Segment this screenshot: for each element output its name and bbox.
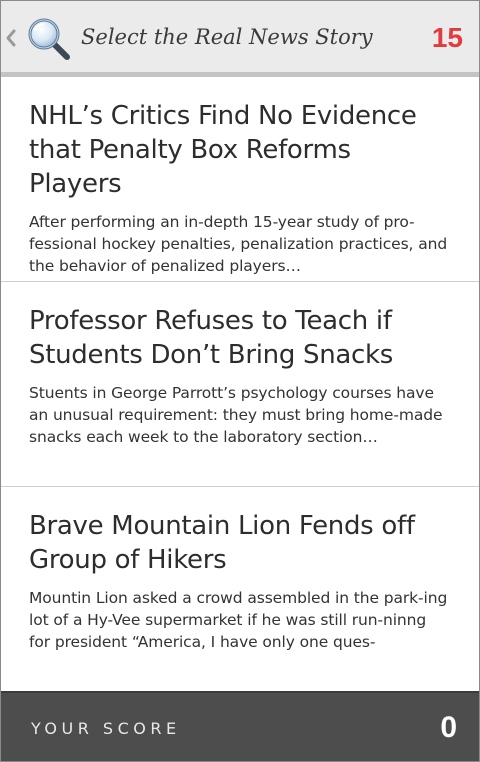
- magnifier-icon[interactable]: [26, 16, 72, 62]
- score-label: YOUR SCORE: [31, 719, 181, 738]
- chevron-left-icon[interactable]: [4, 25, 18, 51]
- score-value: 0: [440, 711, 457, 744]
- score-bar: YOUR SCORE 0: [1, 691, 479, 761]
- story-title: NHL’s Critics Find No Evidence that Pena…: [29, 101, 417, 199]
- app-window: Select the Real News Story 15 NHL’s Crit…: [0, 0, 480, 762]
- remaining-count: 15: [431, 22, 463, 53]
- story-item[interactable]: NHL’s Critics Find No Evidence that Pena…: [1, 77, 479, 282]
- page-title: Select the Real News Story: [81, 25, 373, 49]
- header-bar: Select the Real News Story 15: [1, 1, 479, 77]
- story-summary: Stuents in George Parrott’s psychology c…: [29, 384, 443, 446]
- story-item[interactable]: Brave Mountain Lion Fends off Group of H…: [1, 487, 479, 692]
- story-title: Professor Refuses to Teach if Students D…: [29, 306, 393, 370]
- story-title: Brave Mountain Lion Fends off Group of H…: [29, 511, 415, 575]
- story-summary: After performing an in-depth 15-year stu…: [29, 213, 448, 275]
- story-item[interactable]: Professor Refuses to Teach if Students D…: [1, 282, 479, 487]
- story-list: NHL’s Critics Find No Evidence that Pena…: [1, 77, 479, 692]
- story-summary: Mountin Lion asked a crowd assembled in …: [29, 589, 448, 651]
